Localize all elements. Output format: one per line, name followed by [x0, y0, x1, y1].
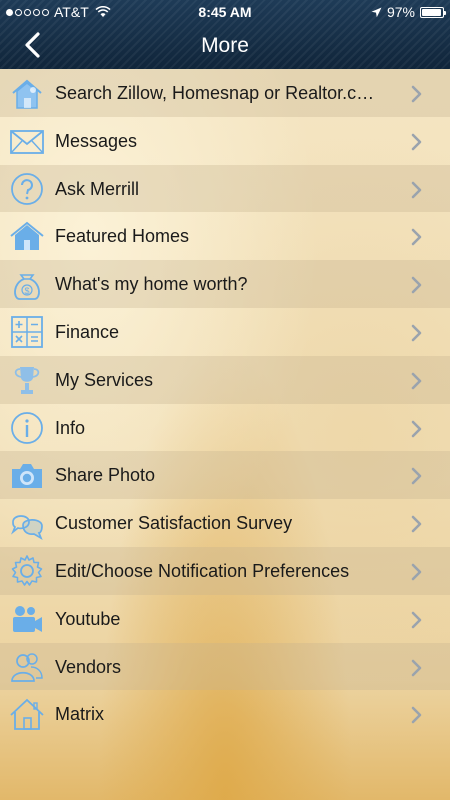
- chevron-right-icon: [411, 707, 422, 724]
- menu-item-label: Ask Merrill: [55, 178, 139, 199]
- menu-item-label: Vendors: [55, 656, 122, 677]
- speech-bubbles-icon: [11, 515, 43, 541]
- chevron-right-icon: [411, 468, 422, 485]
- chevron-right-icon: [411, 133, 422, 151]
- info-icon: [11, 411, 43, 444]
- menu-item[interactable]: Vendors: [0, 642, 450, 691]
- menu-item-label: What's my home worth?: [55, 274, 248, 295]
- menu-list: Search Zillow, Homesnap or Realtor.c… Mes…: [0, 69, 450, 738]
- chevron-right-icon: [411, 181, 422, 198]
- chevron-right-icon: [411, 611, 422, 629]
- house-icon: [10, 222, 44, 251]
- menu-item-label: Matrix: [55, 704, 104, 725]
- menu-item[interactable]: Info: [0, 404, 450, 452]
- menu-item[interactable]: Ask Merrill: [0, 164, 450, 213]
- video-camera-icon: [13, 605, 42, 632]
- page-title: More: [201, 34, 249, 57]
- battery-percent: 97%: [386, 4, 415, 20]
- menu-item[interactable]: Share Photo: [0, 451, 450, 500]
- navigation-header: AT&T 8:45 AM 97% More: [0, 0, 450, 69]
- menu-item-label: Messages: [55, 130, 138, 151]
- menu-item-label: Info: [55, 417, 86, 438]
- menu-item-label: Edit/Choose Notification Preferences: [55, 560, 350, 581]
- menu-item-label: Customer Satisfaction Survey: [55, 513, 293, 534]
- menu-item-label: Featured Homes: [55, 226, 190, 247]
- menu-item-label: My Services: [55, 369, 154, 390]
- menu-item[interactable]: Edit/Choose Notification Preferences: [0, 546, 450, 595]
- chevron-right-icon: [411, 324, 422, 342]
- people-icon: [11, 652, 43, 682]
- menu-item[interactable]: Customer Satisfaction Survey: [0, 499, 450, 547]
- chevron-right-icon: [411, 229, 422, 246]
- menu-item[interactable]: Finance: [0, 308, 450, 356]
- gear-icon: [11, 555, 43, 586]
- location-arrow-icon: [371, 7, 382, 17]
- menu-item[interactable]: $ What's my home worth?: [0, 260, 450, 308]
- menu-item[interactable]: Search Zillow, Homesnap or Realtor.c…: [0, 69, 450, 117]
- status-bar: AT&T 8:45 AM 97%: [0, 0, 450, 24]
- trophy-icon: [14, 366, 40, 394]
- house-search-icon: [12, 79, 42, 109]
- calculator-icon: [11, 316, 43, 348]
- menu-item[interactable]: My Services: [0, 355, 450, 404]
- menu-item-label: Youtube: [55, 608, 121, 629]
- svg-text:$: $: [24, 286, 29, 296]
- battery-icon: [420, 6, 446, 18]
- camera-icon: [12, 464, 42, 489]
- menu-item[interactable]: Youtube: [0, 595, 450, 643]
- menu-item-label: Search Zillow, Homesnap or Realtor.c…: [55, 83, 375, 103]
- chevron-right-icon: [411, 372, 422, 390]
- menu-item[interactable]: Featured Homes: [0, 212, 450, 260]
- money-bag-icon: $: [14, 274, 40, 301]
- menu-item-label: Finance: [55, 321, 120, 342]
- home-outline-icon: [10, 699, 44, 731]
- envelope-icon: [10, 129, 44, 154]
- chevron-right-icon: [411, 659, 422, 676]
- chevron-right-icon: [411, 85, 422, 103]
- menu-item[interactable]: Matrix: [0, 690, 450, 738]
- chevron-right-icon: [411, 276, 422, 294]
- chevron-right-icon: [411, 563, 422, 581]
- status-right: 97%: [371, 4, 446, 20]
- battery-fill: [422, 8, 442, 16]
- chevron-right-icon: [411, 420, 422, 437]
- menu-item[interactable]: Messages: [0, 117, 450, 165]
- chevron-right-icon: [411, 515, 422, 533]
- question-icon: [11, 172, 43, 205]
- menu-item-label: Share Photo: [55, 465, 156, 486]
